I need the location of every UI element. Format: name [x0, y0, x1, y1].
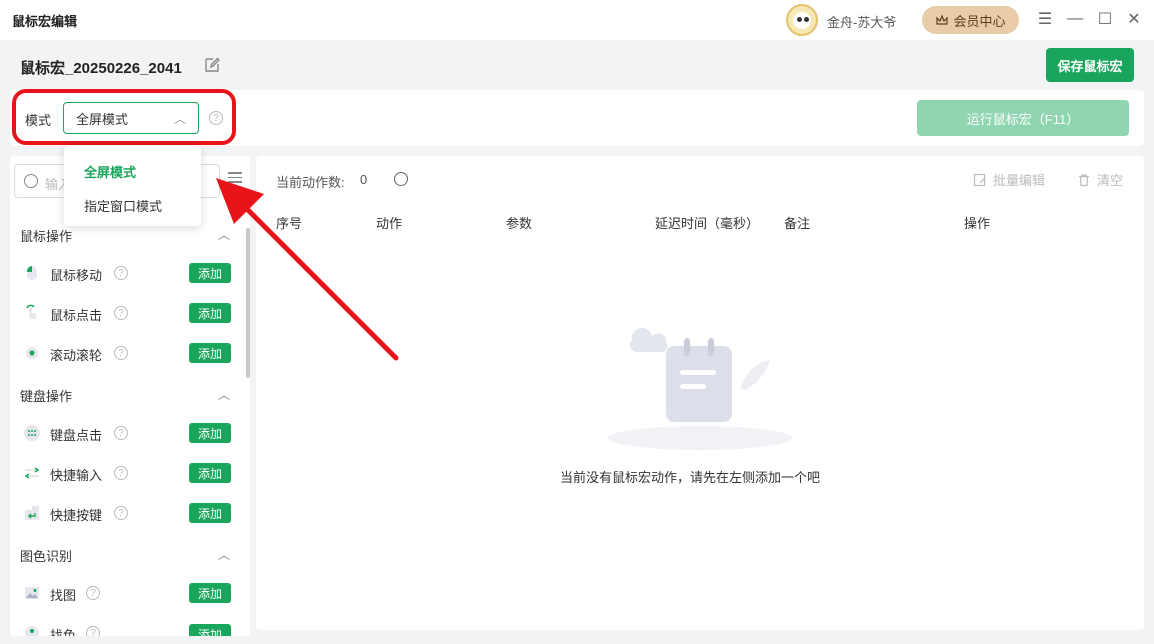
column-header-delay: 延迟时间（毫秒） [655, 216, 760, 231]
crown-icon [936, 14, 949, 25]
mode-dropdown-menu: 全屏模式 指定窗口模式 [64, 146, 201, 226]
scroll-wheel-icon [26, 347, 38, 359]
chevron-up-icon[interactable]: ︿ [218, 546, 230, 563]
item-label-keyboard-click: 键盘点击 [50, 428, 103, 443]
image-icon [25, 587, 39, 599]
trash-icon [1079, 173, 1089, 186]
search-icon [24, 174, 38, 188]
annotation-arrow [216, 178, 399, 361]
app-title: 鼠标宏编辑 [12, 14, 78, 29]
item-label-mouse-move: 鼠标移动 [50, 268, 103, 283]
title-bar: 鼠标宏编辑 金舟-苏大爷 会员中心 ☰ — ☐ ✕ [0, 0, 1154, 40]
batch-edit-label: 批量编辑 [993, 173, 1046, 188]
maximize-icon[interactable]: ☐ [1096, 10, 1114, 28]
sidebar-clip: 找色 ? 添加 [10, 620, 250, 636]
batch-edit-icon [973, 173, 986, 186]
username[interactable]: 金舟-苏大爷 [827, 12, 896, 31]
menu-icon[interactable]: ☰ [1036, 10, 1054, 28]
minimize-icon[interactable]: — [1066, 10, 1084, 28]
column-header-operation: 操作 [964, 216, 991, 231]
clear-label: 清空 [1097, 173, 1124, 188]
help-icon[interactable]: ? [86, 626, 100, 636]
edit-icon[interactable] [203, 56, 221, 74]
hotkey-icon [25, 506, 39, 520]
item-label-find-image: 找图 [50, 588, 77, 603]
item-label-mouse-click: 鼠标点击 [50, 308, 103, 323]
add-quick-input-button[interactable]: 添加 [189, 463, 231, 483]
section-title-image-color: 图色识别 [20, 549, 73, 564]
highlight-annotation [12, 89, 236, 145]
mouse-move-icon [27, 266, 37, 280]
batch-edit-button[interactable]: 批量编辑 [973, 170, 1045, 189]
item-label-quick-input: 快捷输入 [50, 468, 103, 483]
help-icon[interactable]: ? [114, 466, 128, 480]
add-find-color-button[interactable]: 添加 [189, 624, 231, 636]
run-macro-button[interactable]: 运行鼠标宏（F11） [917, 100, 1129, 136]
add-hotkey-button[interactable]: 添加 [189, 503, 231, 523]
help-icon[interactable]: ? [114, 346, 128, 360]
add-find-image-button[interactable]: 添加 [189, 583, 231, 603]
mouse-click-icon [26, 304, 36, 319]
close-icon[interactable]: ✕ [1125, 10, 1143, 28]
mode-option-window[interactable]: 指定窗口模式 [84, 196, 162, 215]
keyboard-icon [24, 425, 40, 441]
help-icon[interactable]: ? [114, 506, 128, 520]
color-picker-icon [25, 626, 39, 636]
chevron-up-icon[interactable]: ︿ [218, 386, 230, 403]
quick-input-icon [24, 467, 40, 479]
save-macro-button[interactable]: 保存鼠标宏 [1046, 48, 1134, 82]
mode-option-fullscreen[interactable]: 全屏模式 [84, 162, 136, 181]
help-icon[interactable]: ? [114, 426, 128, 440]
avatar[interactable] [786, 4, 818, 36]
item-label-find-color: 找色 [50, 628, 77, 636]
empty-state-illustration [608, 327, 792, 450]
item-label-hotkey: 快捷按键 [50, 508, 103, 523]
help-icon[interactable]: ? [86, 586, 100, 600]
section-title-keyboard: 键盘操作 [20, 389, 73, 404]
add-keyboard-click-button[interactable]: 添加 [189, 423, 231, 443]
item-label-scroll-wheel: 滚动滚轮 [50, 348, 103, 363]
macro-name: 鼠标宏_20250226_2041 [20, 60, 182, 77]
help-icon[interactable]: ? [114, 266, 128, 280]
vip-center-button[interactable]: 会员中心 [922, 6, 1019, 34]
vip-center-label: 会员中心 [953, 13, 1006, 29]
column-header-note: 备注 [784, 216, 811, 231]
help-icon[interactable]: ? [114, 306, 128, 320]
section-title-mouse: 鼠标操作 [20, 229, 73, 244]
clear-button[interactable]: 清空 [1077, 170, 1123, 189]
column-header-params: 参数 [506, 216, 533, 231]
empty-state-message: 当前没有鼠标宏动作，请先在左侧添加一个吧 [560, 470, 821, 485]
